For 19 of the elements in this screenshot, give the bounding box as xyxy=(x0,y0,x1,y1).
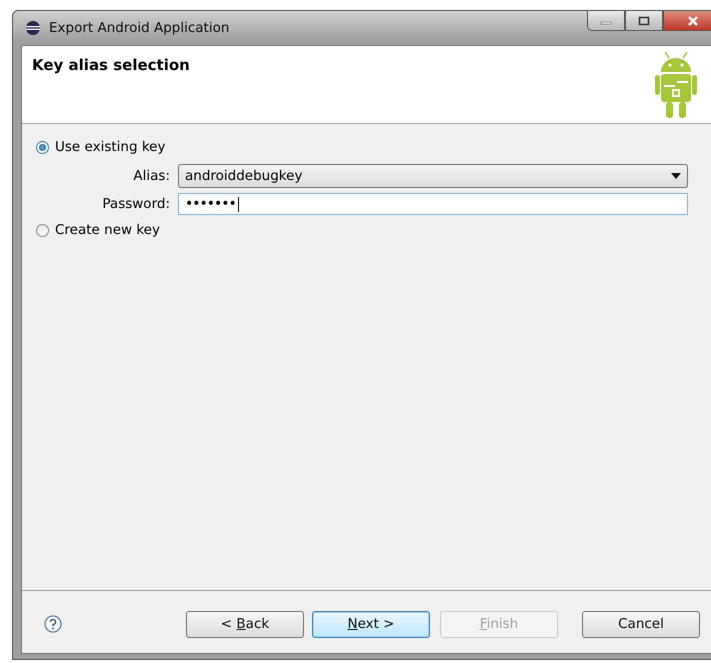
maximize-button[interactable] xyxy=(625,11,663,31)
password-field[interactable]: ••••••• xyxy=(178,193,688,215)
minimize-button[interactable] xyxy=(587,11,625,31)
alias-label: Alias: xyxy=(132,168,171,184)
page-title: Key alias selection xyxy=(32,56,190,76)
maximize-icon xyxy=(638,16,650,26)
wizard-button[interactable]: Cancel xyxy=(582,610,700,638)
wizard-button[interactable]: < Back xyxy=(186,610,304,638)
wizard-button[interactable]: Next > xyxy=(312,610,430,638)
radio-option[interactable]: Create new key xyxy=(36,219,160,241)
dropdown-arrow-icon xyxy=(671,173,681,179)
close-button[interactable] xyxy=(663,11,711,31)
close-icon xyxy=(686,14,700,26)
alias-dropdown[interactable]: androiddebugkey xyxy=(178,164,688,188)
radio-option[interactable]: Use existing key xyxy=(36,136,166,158)
eclipse-icon xyxy=(25,20,41,36)
password-label: Password: xyxy=(101,196,171,212)
window-title: Export Android Application xyxy=(49,20,230,36)
help-icon[interactable] xyxy=(44,615,62,633)
